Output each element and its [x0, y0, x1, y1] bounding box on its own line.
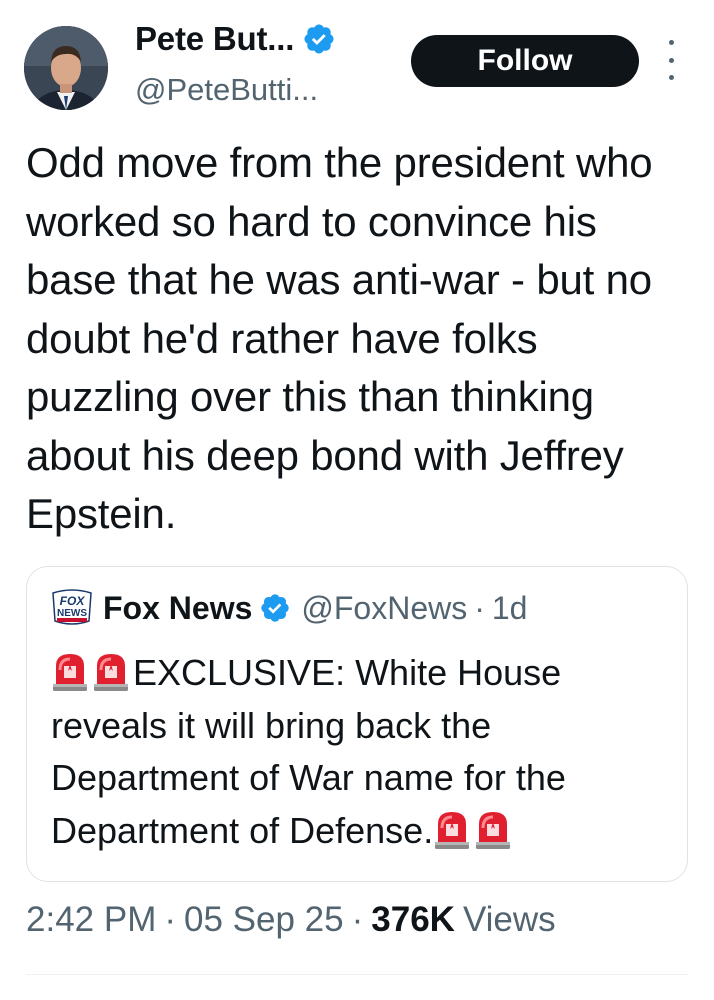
police-light-icon — [92, 650, 130, 692]
avatar-image — [24, 26, 108, 110]
separator-dot: · — [474, 589, 485, 626]
author-name[interactable]: Pete But... — [135, 20, 294, 58]
avatar[interactable] — [24, 26, 108, 110]
views-count[interactable]: 376K — [371, 900, 455, 940]
separator-dot: · — [351, 900, 364, 939]
verified-badge-icon — [259, 592, 291, 624]
tweet-meta: 2:42 PM · 05 Sep 25 · 376K Views — [26, 900, 556, 940]
quoted-tweet-text: EXCLUSIVE: White House reveals it will b… — [51, 647, 681, 857]
verified-badge-icon — [302, 22, 336, 56]
quoted-author-handle[interactable]: @FoxNews — [301, 590, 467, 627]
police-light-icon — [474, 808, 512, 850]
divider — [26, 974, 688, 975]
svg-text:NEWS: NEWS — [57, 608, 87, 619]
quoted-author-name[interactable]: Fox News — [103, 590, 252, 627]
svg-text:FOX: FOX — [60, 594, 86, 608]
fox-news-logo-icon[interactable]: FOX NEWS — [49, 587, 95, 629]
author-handle[interactable]: @PeteButti... — [135, 72, 318, 108]
police-light-icon — [433, 808, 471, 850]
quoted-tweet-time[interactable]: 1d — [492, 590, 528, 627]
views-label[interactable]: Views — [463, 900, 556, 940]
quoted-tweet-card[interactable]: FOX NEWS Fox News @FoxNews · 1d EXCLUSIV… — [26, 566, 688, 882]
quoted-tweet-header: FOX NEWS Fox News @FoxNews · 1d — [49, 587, 527, 629]
separator-dot: · — [164, 900, 177, 939]
tweet-time[interactable]: 2:42 PM — [26, 900, 156, 940]
tweet-text: Odd move from the president who worked s… — [26, 139, 653, 537]
more-options-icon[interactable] — [664, 40, 678, 80]
follow-button[interactable]: Follow — [411, 35, 639, 87]
author-name-row: Pete But... — [135, 20, 336, 58]
police-light-icon — [51, 650, 89, 692]
tweet-page: Pete But... @PeteButti... Follow Odd mov… — [0, 0, 714, 1000]
tweet-date[interactable]: 05 Sep 25 — [184, 900, 344, 940]
